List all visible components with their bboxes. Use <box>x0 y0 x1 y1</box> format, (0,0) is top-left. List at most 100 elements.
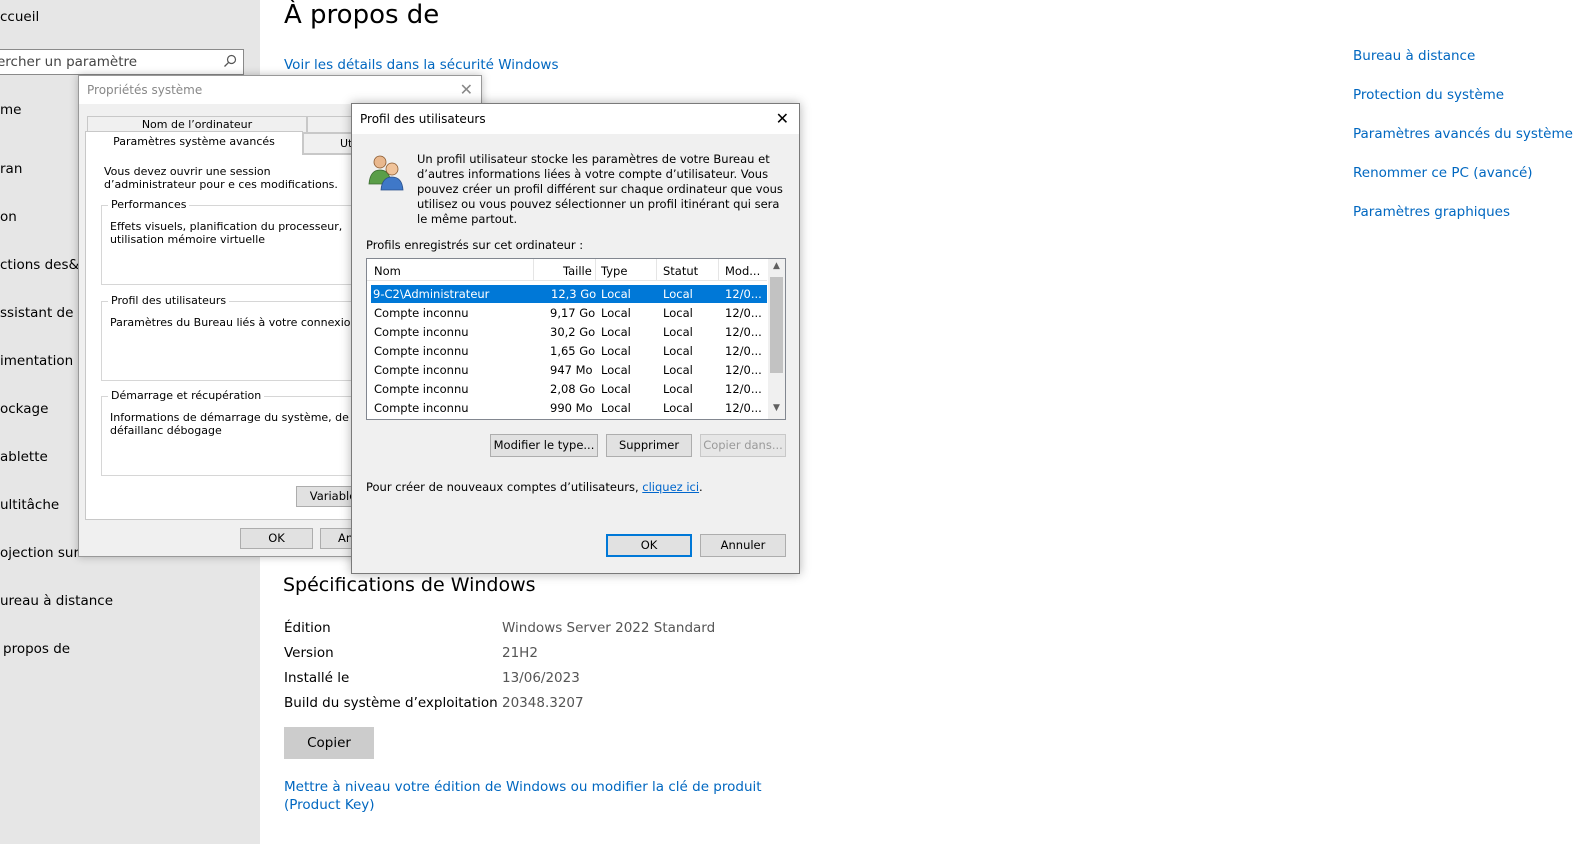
nav-item-about[interactable]: propos de <box>3 641 70 657</box>
user-profiles-title: Profil des utilisateurs <box>108 294 230 307</box>
row-type: Local <box>601 401 631 415</box>
click-here-link[interactable]: cliquez ici <box>642 480 699 494</box>
row-size: 30,2 Go <box>550 325 596 339</box>
profiles-listview[interactable]: Nom Taille Type Statut Mod... 9-C2\Admin… <box>366 258 786 420</box>
nav-item-tablet[interactable]: ablette <box>0 449 48 465</box>
upgrade-edition-link[interactable]: Mettre à niveau votre édition de Windows… <box>284 779 762 795</box>
startup-recovery-desc: Informations de démarrage du système, de… <box>110 411 349 437</box>
scrollbar-thumb[interactable] <box>770 277 783 373</box>
copy-button[interactable]: Copier <box>284 727 374 759</box>
nav-item-remote-desktop[interactable]: ureau à distance <box>0 593 113 609</box>
related-rename-pc-link[interactable]: Renommer ce PC (avancé) <box>1353 165 1533 181</box>
nav-item-sound[interactable]: on <box>0 209 17 225</box>
sysprops-title: Propriétés système <box>87 83 203 97</box>
row-type: Local <box>601 325 631 339</box>
row-type: Local <box>601 306 631 320</box>
nav-item-notifications[interactable]: ctions des& r <box>0 257 89 273</box>
table-row[interactable]: Compte inconnu 947 Mo Local Local 12/0..… <box>371 361 767 379</box>
scroll-up-icon[interactable]: ▲ <box>768 261 785 271</box>
copy-to-button[interactable]: Copier dans... <box>700 434 786 457</box>
profiles-titlebar: Profil des utilisateurs ✕ <box>352 104 799 134</box>
change-type-button[interactable]: Modifier le type... <box>490 434 598 457</box>
startup-recovery-title: Démarrage et récupération <box>108 389 265 402</box>
listview-scrollbar[interactable]: ▲ ▼ <box>768 259 785 419</box>
row-name: 9-C2\Administrateur <box>373 287 490 301</box>
spec-key: Édition <box>284 620 331 636</box>
nav-item-multitasking[interactable]: ultitâche <box>0 497 59 513</box>
row-modified: 12/0... <box>725 306 762 320</box>
create-accounts-text: Pour créer de nouveaux comptes d’utilisa… <box>366 480 639 494</box>
spec-value: Windows Server 2022 Standard <box>502 620 716 636</box>
row-modified: 12/0... <box>725 401 762 415</box>
upgrade-edition-link-cont[interactable]: (Product Key) <box>284 797 375 813</box>
related-remote-desktop-link[interactable]: Bureau à distance <box>1353 48 1475 64</box>
table-row[interactable]: Compte inconnu 9,17 Go Local Local 12/0.… <box>371 304 767 322</box>
spec-value: 20348.3207 <box>502 695 584 711</box>
row-type: Local <box>601 382 631 396</box>
table-row[interactable]: 9-C2\Administrateur 12,3 Go Local Local … <box>371 285 767 303</box>
related-graphics-settings-link[interactable]: Paramètres graphiques <box>1353 204 1510 220</box>
related-system-protection-link[interactable]: Protection du système <box>1353 87 1504 103</box>
user-profiles-group: Profil des utilisateurs Paramètres du Bu… <box>101 294 391 381</box>
row-name: Compte inconnu <box>374 325 469 339</box>
users-icon <box>368 155 404 191</box>
row-name: Compte inconnu <box>374 382 469 396</box>
nav-item-power[interactable]: imentation e <box>0 353 86 369</box>
settings-search-input[interactable]: ercher un paramètre <box>0 49 244 75</box>
performance-desc: Effets visuels, planification du process… <box>110 220 343 246</box>
row-size: 990 Mo <box>550 401 593 415</box>
admin-note: Vous devez ouvrir une session d’administ… <box>104 165 338 191</box>
table-row[interactable]: Compte inconnu 990 Mo Local Local 12/0..… <box>371 399 767 417</box>
profiles-ok-button[interactable]: OK <box>606 534 692 557</box>
close-icon[interactable]: ✕ <box>460 80 473 99</box>
row-modified: 12/0... <box>725 382 762 396</box>
search-icon[interactable] <box>223 54 237 68</box>
row-name: Compte inconnu <box>374 363 469 377</box>
sysprops-titlebar: Propriétés système ✕ <box>79 76 481 104</box>
scroll-down-icon[interactable]: ▼ <box>768 403 785 413</box>
tab-advanced[interactable]: Paramètres système avancés <box>85 131 303 155</box>
row-status: Local <box>663 401 693 415</box>
row-modified: 12/0... <box>725 325 762 339</box>
create-accounts-end: . <box>699 480 703 494</box>
row-type: Local <box>601 287 631 301</box>
row-status: Local <box>663 306 693 320</box>
delete-button[interactable]: Supprimer <box>606 434 692 457</box>
row-status: Local <box>663 382 693 396</box>
close-icon[interactable]: ✕ <box>776 109 789 128</box>
nav-item-home[interactable]: ccueil <box>0 9 39 25</box>
column-header-status[interactable]: Statut <box>663 264 698 278</box>
row-size: 2,08 Go <box>550 382 596 396</box>
windows-specs-heading: Spécifications de Windows <box>283 574 536 596</box>
row-size: 12,3 Go <box>551 287 597 301</box>
search-placeholder: ercher un paramètre <box>0 54 138 70</box>
row-modified: 12/0... <box>725 287 762 301</box>
row-name: Compte inconnu <box>374 344 469 358</box>
table-row[interactable]: Compte inconnu 30,2 Go Local Local 12/0.… <box>371 323 767 341</box>
windows-security-link[interactable]: Voir les détails dans la sécurité Window… <box>284 57 559 73</box>
row-status: Local <box>663 287 693 301</box>
related-advanced-settings-link[interactable]: Paramètres avancés du système <box>1353 126 1573 142</box>
table-row[interactable]: Compte inconnu 1,65 Go Local Local 12/0.… <box>371 342 767 360</box>
column-header-name[interactable]: Nom <box>374 264 401 278</box>
nav-item-system[interactable]: me <box>0 102 21 118</box>
spec-key: Installé le <box>284 670 350 686</box>
profiles-title: Profil des utilisateurs <box>360 112 486 126</box>
spec-value: 21H2 <box>502 645 538 661</box>
row-type: Local <box>601 344 631 358</box>
row-modified: 12/0... <box>725 344 762 358</box>
column-header-size[interactable]: Taille <box>563 264 592 278</box>
column-header-type[interactable]: Type <box>601 264 627 278</box>
table-row[interactable]: Compte inconnu 2,08 Go Local Local 12/0.… <box>371 380 767 398</box>
profiles-cancel-button[interactable]: Annuler <box>700 534 786 557</box>
column-header-modified[interactable]: Mod... <box>725 264 760 278</box>
row-status: Local <box>663 325 693 339</box>
profiles-intro-text: Un profil utilisateur stocke les paramèt… <box>417 152 783 226</box>
nav-item-display[interactable]: ran <box>0 161 22 177</box>
row-name: Compte inconnu <box>374 306 469 320</box>
row-type: Local <box>601 363 631 377</box>
nav-item-storage[interactable]: ockage <box>0 401 48 417</box>
row-name: Compte inconnu <box>374 401 469 415</box>
row-size: 1,65 Go <box>550 344 596 358</box>
sysprops-ok-button[interactable]: OK <box>240 528 313 549</box>
